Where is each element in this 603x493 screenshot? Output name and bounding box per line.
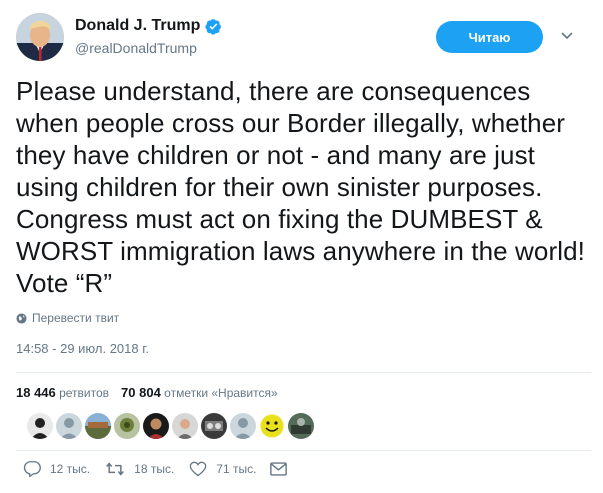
reply-count: 12 тыс. [50,461,91,476]
retweet-icon [105,461,125,477]
direct-message-button[interactable] [270,461,288,476]
tweet-actions: 12 тыс. 18 тыс. 71 тыс. [16,460,288,477]
following-button[interactable]: Читаю [436,21,543,53]
tweet-timestamp[interactable]: 14:58 - 29 июл. 2018 г. [16,341,149,356]
divider [16,450,591,451]
envelope-icon [270,461,288,476]
likes-label: отметки «Нравится» [164,386,278,400]
retweets-label: ретвитов [59,386,110,400]
like-button[interactable]: 71 тыс. [189,461,256,477]
translate-label: Перевести твит [32,311,120,325]
reply-button[interactable]: 12 тыс. [23,460,90,477]
author-avatar[interactable] [16,13,64,61]
liker-avatar[interactable] [201,413,227,439]
retweet-button[interactable]: 18 тыс. [105,461,174,477]
globe-icon [16,312,27,324]
liker-avatar[interactable] [172,413,198,439]
retweets-count: 18 446 [16,385,56,400]
liker-avatar-smiley[interactable] [259,413,285,439]
retweet-count: 18 тыс. [134,461,175,476]
author-name[interactable]: Donald J. Trump [75,17,200,35]
liker-avatar[interactable] [114,413,140,439]
tweet-stats: 18 446 ретвитов 70 804 отметки «Нравится… [16,385,290,400]
liker-avatar-default[interactable] [56,413,82,439]
heart-icon [189,461,207,477]
reply-icon [23,460,41,477]
liker-avatar-default[interactable] [230,413,256,439]
likes-stat[interactable]: 70 804 отметки «Нравится» [121,385,278,400]
likes-count: 70 804 [121,385,161,400]
liker-avatar[interactable] [143,413,169,439]
retweets-stat[interactable]: 18 446 ретвитов [16,385,109,400]
translate-tweet-link[interactable]: Перевести твит [16,311,119,325]
tweet-text: Please understand, there are consequence… [16,76,585,298]
divider [16,372,591,373]
like-count: 71 тыс. [216,461,257,476]
tweet-card: Donald J. Trump @realDonaldTrump Читаю P… [0,0,603,493]
liker-avatar[interactable] [27,413,53,439]
more-options-chevron-down-icon[interactable] [560,29,574,43]
author-info: Donald J. Trump @realDonaldTrump [75,15,222,56]
liker-avatar[interactable] [288,413,314,439]
author-handle[interactable]: @realDonaldTrump [75,40,222,56]
verified-badge-icon [205,18,222,35]
liker-avatar[interactable] [85,413,111,439]
liker-avatars [27,413,317,439]
